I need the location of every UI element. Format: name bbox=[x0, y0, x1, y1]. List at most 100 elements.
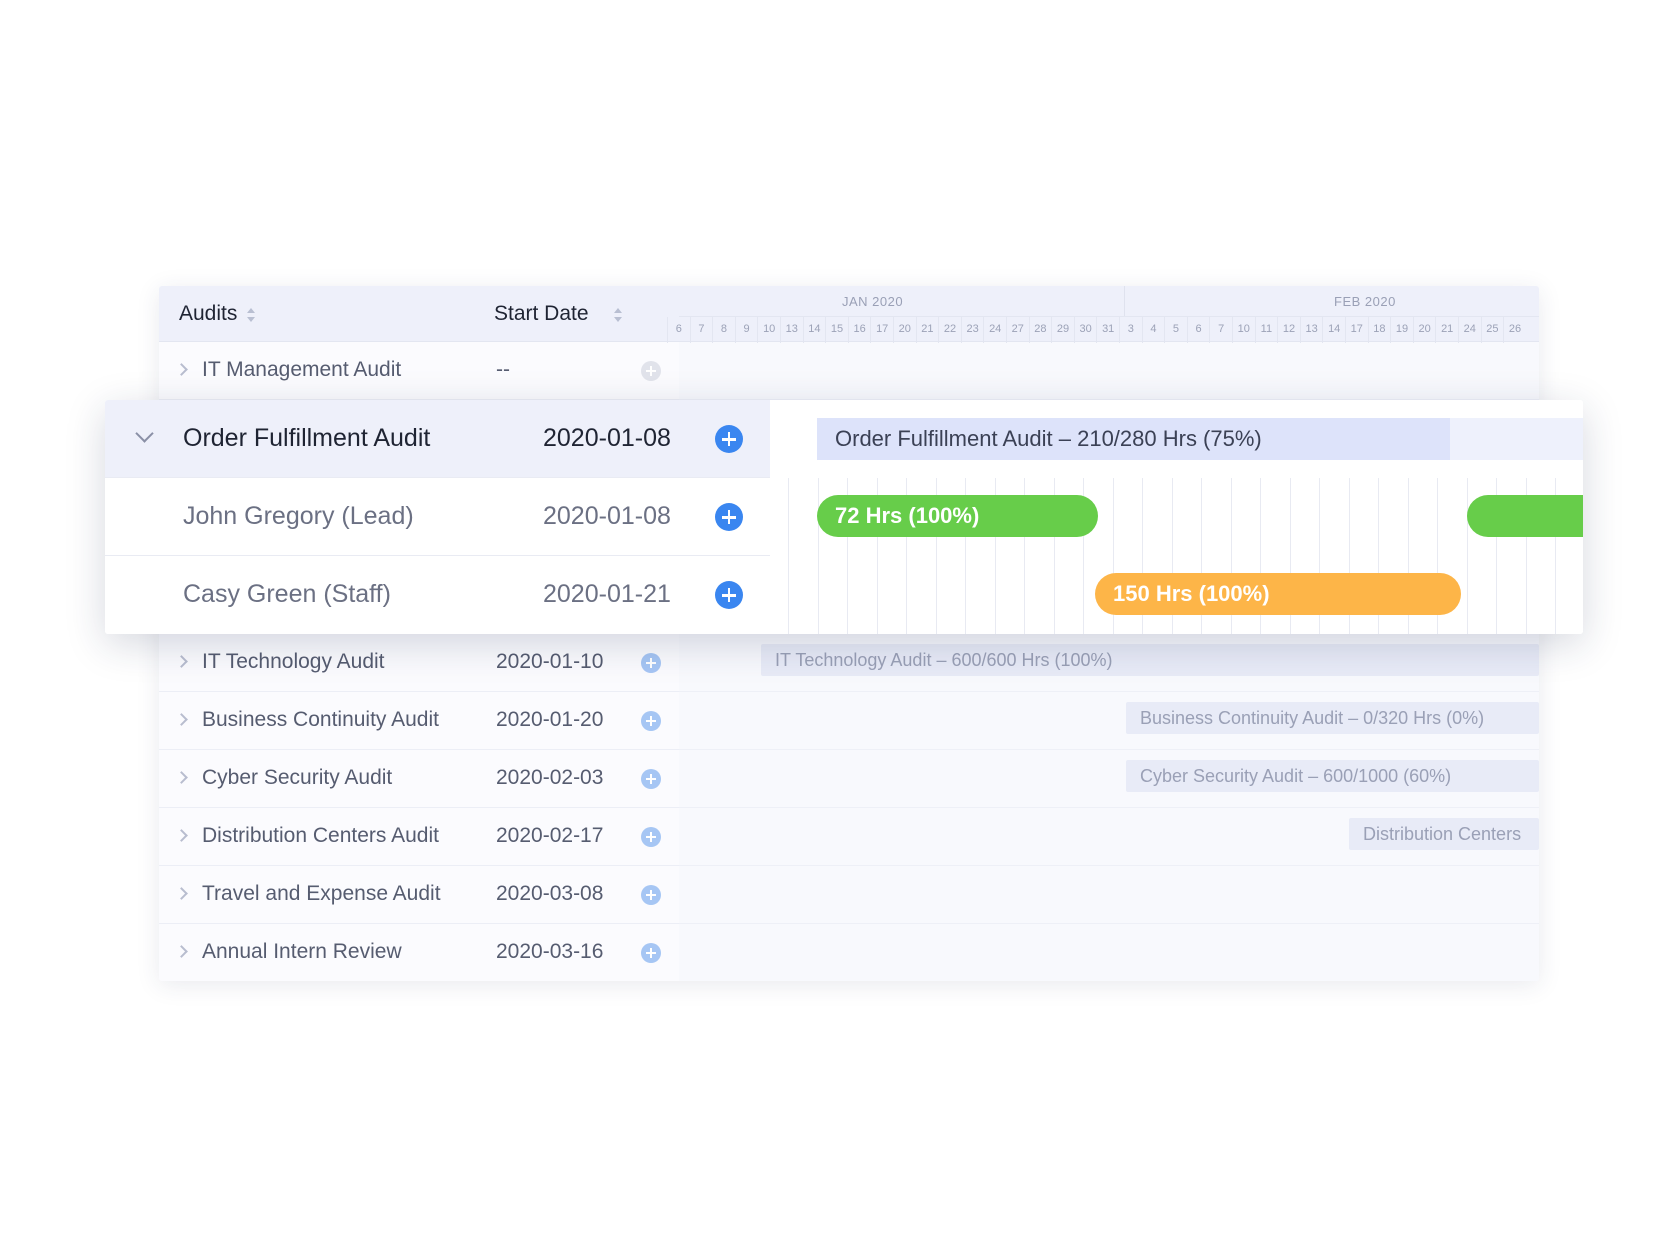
day-scale: 6 7 8 9 10 13 14 15 16 17 20 21 22 23 24 27 28 29 30 31 3 4 5 6… bbox=[667, 316, 1539, 343]
day-tick-label: 28 bbox=[1028, 317, 1052, 343]
chevron-right-icon[interactable] bbox=[175, 713, 188, 726]
start-date-column-header[interactable]: Start Date bbox=[494, 302, 589, 326]
audit-name: Annual Intern Review bbox=[202, 940, 402, 963]
timeline-header: JAN 2020 FEB 2020 6 7 8 9 10 13 14 15 16 17 20 21 22… bbox=[667, 286, 1539, 343]
gantt-bar-green-continued[interactable] bbox=[1467, 495, 1583, 537]
audit-name: Distribution Centers Audit bbox=[202, 824, 439, 847]
month-label-jan: JAN 2020 bbox=[842, 294, 904, 309]
audit-start-date: 2020-02-17 bbox=[496, 824, 604, 847]
add-plus-icon[interactable] bbox=[715, 503, 743, 531]
chevron-right-icon[interactable] bbox=[175, 887, 188, 900]
audit-name: Travel and Expense Audit bbox=[202, 882, 441, 905]
audit-start-date: 2020-03-08 bbox=[496, 882, 604, 905]
summary-gantt-bar[interactable]: Order Fulfillment Audit – 210/280 Hrs (7… bbox=[817, 418, 1450, 460]
table-row[interactable]: IT Technology Audit 2020-01-10 bbox=[159, 634, 679, 692]
day-tick-label: 24 bbox=[1458, 317, 1481, 343]
expanded-audit-row[interactable]: Order Fulfillment Audit 2020-01-08 bbox=[105, 400, 770, 478]
table-row[interactable]: Cyber Security Audit 2020-02-03 bbox=[159, 750, 679, 808]
day-tick-label: 16 bbox=[847, 317, 871, 343]
sort-icon[interactable] bbox=[247, 308, 255, 322]
table-row[interactable]: IT Management Audit -- bbox=[159, 342, 679, 400]
gantt-bar-green[interactable]: 72 Hrs (100%) bbox=[817, 495, 1098, 537]
summary-band: Order Fulfillment Audit – 210/280 Hrs (7… bbox=[770, 400, 1583, 478]
gantt-bar[interactable]: Distribution Centers bbox=[1349, 818, 1539, 850]
month-label-feb: FEB 2020 bbox=[1334, 294, 1396, 309]
chevron-down-icon[interactable] bbox=[135, 424, 154, 443]
expanded-audit-card: Order Fulfillment Audit 2020-01-08 John … bbox=[105, 400, 1583, 634]
assignee-row[interactable]: Casy Green (Staff) 2020-01-21 bbox=[105, 556, 770, 634]
add-plus-icon[interactable] bbox=[641, 769, 661, 789]
timeline-row bbox=[679, 866, 1539, 924]
audit-name: IT Technology Audit bbox=[202, 650, 385, 673]
add-plus-icon[interactable] bbox=[641, 943, 661, 963]
day-tick-label: 26 bbox=[1503, 317, 1526, 343]
day-tick-label: 22 bbox=[938, 317, 961, 343]
day-tick-label: 14 bbox=[802, 317, 826, 343]
sort-icon[interactable] bbox=[614, 308, 622, 322]
assignee-name: Casy Green (Staff) bbox=[183, 580, 391, 608]
grid-line bbox=[788, 478, 789, 634]
chevron-right-icon[interactable] bbox=[175, 363, 188, 376]
add-plus-icon[interactable] bbox=[715, 425, 743, 453]
add-plus-icon[interactable] bbox=[641, 827, 661, 847]
chevron-right-icon[interactable] bbox=[175, 945, 188, 958]
day-tick-label: 13 bbox=[1299, 317, 1323, 343]
day-tick-label: 10 bbox=[757, 317, 780, 343]
day-tick-label: 19 bbox=[1390, 317, 1413, 343]
day-tick-label: 21 bbox=[1435, 317, 1458, 343]
expanded-timeline: Order Fulfillment Audit – 210/280 Hrs (7… bbox=[770, 400, 1583, 634]
day-tick-label: 25 bbox=[1480, 317, 1504, 343]
day-tick-label: 12 bbox=[1277, 317, 1300, 343]
day-tick-label: 30 bbox=[1073, 317, 1097, 343]
audit-name: Cyber Security Audit bbox=[202, 766, 393, 789]
day-tick-label: 17 bbox=[870, 317, 893, 343]
gantt-bar[interactable]: IT Technology Audit – 600/600 Hrs (100%) bbox=[761, 644, 1539, 676]
add-plus-icon[interactable] bbox=[715, 581, 743, 609]
day-tick-label: 13 bbox=[780, 317, 803, 343]
grid-line bbox=[817, 478, 819, 634]
add-plus-icon[interactable] bbox=[641, 885, 661, 905]
day-tick-label: 20 bbox=[893, 317, 916, 343]
table-row[interactable]: Business Continuity Audit 2020-01-20 bbox=[159, 692, 679, 750]
timeline-row: Cyber Security Audit – 600/1000 (60%) bbox=[679, 750, 1539, 808]
gantt-bar[interactable]: Cyber Security Audit – 600/1000 (60%) bbox=[1126, 760, 1539, 792]
table-row[interactable]: Travel and Expense Audit 2020-03-08 bbox=[159, 866, 679, 924]
chevron-right-icon[interactable] bbox=[175, 655, 188, 668]
day-tick-label: 27 bbox=[1006, 317, 1029, 343]
chevron-right-icon[interactable] bbox=[175, 771, 188, 784]
chevron-right-icon[interactable] bbox=[175, 829, 188, 842]
day-tick-label: 3 bbox=[1119, 317, 1142, 343]
audits-column-header[interactable]: Audits bbox=[179, 302, 237, 326]
day-tick-label: 14 bbox=[1322, 317, 1345, 343]
day-tick-label: 7 bbox=[1209, 317, 1232, 343]
day-tick-label: 21 bbox=[915, 317, 939, 343]
add-plus-icon[interactable] bbox=[641, 361, 661, 381]
day-tick-label: 20 bbox=[1412, 317, 1436, 343]
gantt-bar-orange[interactable]: 150 Hrs (100%) bbox=[1095, 573, 1461, 615]
day-tick-label: 10 bbox=[1232, 317, 1255, 343]
audit-start-date: 2020-01-20 bbox=[496, 708, 604, 731]
day-tick-label: 6 bbox=[667, 317, 690, 343]
table-row[interactable]: Annual Intern Review 2020-03-16 bbox=[159, 924, 679, 981]
day-tick-label: 24 bbox=[983, 317, 1006, 343]
gantt-bar[interactable]: Business Continuity Audit – 0/320 Hrs (0… bbox=[1126, 702, 1539, 734]
day-tick-label: 6 bbox=[1186, 317, 1210, 343]
list-header: Audits Start Date bbox=[159, 286, 679, 342]
day-tick-label: 4 bbox=[1141, 317, 1165, 343]
day-tick-label: 29 bbox=[1051, 317, 1074, 343]
day-tick-label: 15 bbox=[825, 317, 848, 343]
assignee-name: John Gregory (Lead) bbox=[183, 502, 414, 530]
audit-start-date: 2020-01-10 bbox=[496, 650, 604, 673]
add-plus-icon[interactable] bbox=[641, 711, 661, 731]
timeline-row: Business Continuity Audit – 0/320 Hrs (0… bbox=[679, 692, 1539, 750]
assignee-row[interactable]: John Gregory (Lead) 2020-01-08 bbox=[105, 478, 770, 556]
expanded-list: Order Fulfillment Audit 2020-01-08 John … bbox=[105, 400, 770, 634]
day-tick-label: 11 bbox=[1254, 317, 1278, 343]
table-row[interactable]: Distribution Centers Audit 2020-02-17 bbox=[159, 808, 679, 866]
grid-line bbox=[1466, 478, 1468, 634]
add-plus-icon[interactable] bbox=[641, 653, 661, 673]
day-tick-label: 17 bbox=[1345, 317, 1368, 343]
timeline-row bbox=[679, 924, 1539, 981]
timeline-row: IT Technology Audit – 600/600 Hrs (100%) bbox=[679, 634, 1539, 692]
day-tick-label: 31 bbox=[1096, 317, 1119, 343]
